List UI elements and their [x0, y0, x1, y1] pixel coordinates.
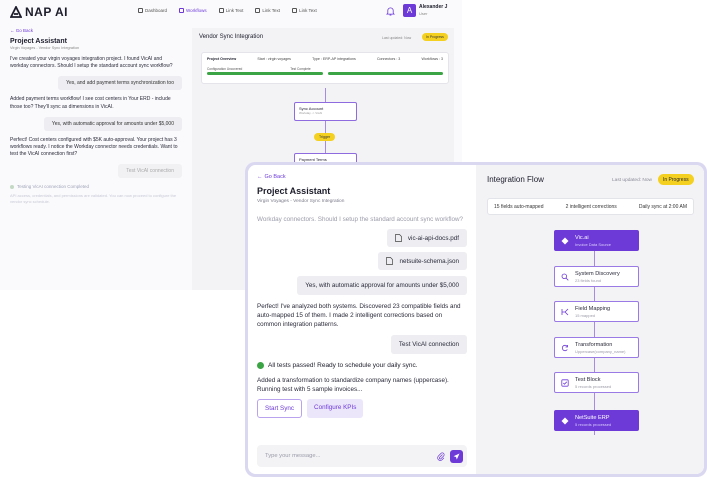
test-label: Test Complete — [290, 67, 311, 71]
status-badge: In Progress — [658, 174, 694, 185]
bell-icon[interactable] — [386, 6, 395, 16]
arrow-left-icon: ← — [257, 174, 263, 180]
last-updated: Last updated: Now — [612, 178, 653, 183]
user-message: Yes, and add payment terms synchronizati… — [58, 76, 182, 91]
logo-icon — [10, 6, 22, 18]
overview-type: Type : ERP-AP integrations — [312, 57, 356, 61]
user-name: Alexander J — [419, 4, 448, 10]
overview-title: Project Overview — [207, 57, 237, 61]
flow-node-netsuite[interactable]: NetSuite ERP 5 records processed — [554, 410, 639, 431]
success-status: All tests passed! Ready to schedule your… — [257, 362, 467, 369]
stat-schedule: Daily sync at 2:00 AM — [638, 203, 687, 210]
start-sync-button[interactable]: Start Sync — [257, 399, 303, 418]
link-icon — [218, 8, 224, 13]
search-icon — [561, 273, 569, 281]
send-button[interactable] — [450, 449, 463, 463]
link-icon — [292, 8, 298, 13]
user-message: Yes, with automatic approval for amounts… — [43, 116, 182, 131]
flow-node-sync-account[interactable]: Sync Account Workday -> VicAI — [294, 102, 357, 121]
flow-node-transformation[interactable]: Transformation Uppercase(company_name) — [554, 337, 639, 358]
flow-node-system-discovery[interactable]: System Discovery 23 fields found — [554, 266, 639, 287]
overview-connectors: Connectors : 3 — [376, 57, 401, 61]
cycle-icon — [561, 344, 568, 351]
flow-node-vicai[interactable]: Vic.ai Invoice Data Source — [554, 230, 639, 251]
configure-kpis-button[interactable]: Configure KPIs — [307, 399, 364, 418]
nav-item-link-1[interactable]: Link Text — [218, 8, 243, 13]
background-chat-panel: ← Go Back Project Assistant Virgin Voyag… — [10, 28, 182, 204]
page-subtitle: Virgin Voyages - Vendor Sync Integration — [10, 46, 80, 50]
assistant-message: I've created your virgin voyages integra… — [10, 56, 173, 70]
link-icon — [255, 8, 261, 13]
last-updated: Last updated: Now — [382, 36, 412, 40]
assistant-message: Added a transformation to standardize co… — [257, 377, 449, 393]
go-back-link[interactable]: ← Go Back — [257, 174, 286, 180]
diamond-icon — [561, 237, 569, 244]
nav-item-link-3[interactable]: Link Text — [292, 8, 317, 13]
logo-text: NAP AI — [25, 5, 69, 19]
project-overview-card: Project Overview Start : virgin voyages … — [201, 52, 449, 84]
nav-item-dashboard[interactable]: Dashboard — [138, 8, 167, 13]
file-icon — [395, 234, 402, 242]
mapping-icon — [561, 308, 569, 315]
flow-title: Vendor Sync Integration — [199, 34, 264, 40]
assistant-message: Perfect! Cost centers configured with $5… — [10, 136, 178, 158]
user-message: Yes, with automatic approval for amounts… — [297, 276, 467, 295]
logo[interactable]: NAP AI — [10, 5, 68, 19]
chat-title: Project Assistant — [257, 186, 331, 196]
nav-item-workflows[interactable]: Workflows — [179, 8, 207, 13]
status-badge: In Progress — [422, 33, 448, 41]
workflows-icon — [179, 8, 185, 13]
back-link[interactable]: ← Go Back — [10, 28, 182, 33]
nav-item-link-2[interactable]: Link Text — [255, 8, 280, 13]
user-message: Test VicAI connection — [118, 164, 182, 179]
overview-workflows: Workflows : 3 — [421, 57, 443, 61]
check-circle-icon — [257, 362, 264, 369]
modal-content: ← Go Back Project Assistant Virgin Voyag… — [248, 165, 704, 474]
flow-node-field-mapping[interactable]: Field Mapping 15 mapped — [554, 301, 639, 322]
chat-messages[interactable]: Workday connectors. Should I setup the s… — [257, 215, 467, 440]
trigger-badge: Trigger — [314, 133, 336, 141]
config-progress-bar — [207, 72, 323, 75]
attachment-file[interactable]: netsuite-schema.json — [378, 252, 467, 270]
integration-flow-panel: Integration Flow Last updated: Now In Pr… — [476, 165, 704, 474]
status-dot-icon — [10, 184, 14, 189]
assistant-message: Perfect! I've analyzed both systems. Dis… — [257, 303, 461, 328]
assistant-message-cut: Workday connectors. Should I setup the s… — [257, 216, 464, 223]
stat-corrections: 2 intelligent corrections — [565, 203, 617, 210]
check-doc-icon — [561, 378, 569, 387]
file-icon — [386, 257, 394, 265]
message-composer — [257, 445, 467, 467]
message-input[interactable] — [265, 453, 437, 459]
user-role: User — [419, 11, 428, 16]
faint-message: API access, credentials, and permissions… — [10, 193, 177, 204]
avatar[interactable]: A — [403, 4, 416, 17]
chat-subtitle: Virgin Voyages - Vendor Sync Integration — [257, 199, 345, 204]
flow-node-test-block[interactable]: Test Block 5 records processed — [554, 372, 639, 393]
attachment-file[interactable]: vic-ai-api-docs.pdf — [386, 229, 467, 247]
project-modal: ← Go Back Project Assistant Virgin Voyag… — [245, 162, 707, 477]
diamond-icon — [561, 417, 569, 424]
page-title: Project Assistant — [10, 38, 67, 45]
assistant-message: Added payment terms workflow! I see cost… — [10, 96, 171, 110]
chat-panel: ← Go Back Project Assistant Virgin Voyag… — [248, 165, 476, 474]
dashboard-icon — [138, 8, 143, 13]
send-icon — [453, 453, 460, 459]
test-progress-bar — [327, 72, 443, 75]
paperclip-icon[interactable] — [437, 452, 445, 461]
main-nav: Dashboard Workflows Link Text Link Text … — [138, 8, 317, 13]
action-buttons: Start Sync Configure KPIs — [257, 399, 467, 418]
config-label: Configuration Uncovered — [207, 67, 243, 71]
flow-stats-bar: 15 fields auto-mapped 2 intelligent corr… — [487, 198, 694, 215]
overview-start: Start : virgin voyages — [257, 57, 291, 61]
testing-status: Testing VicAI connection Completed — [10, 184, 182, 189]
flow-title: Integration Flow — [487, 175, 544, 184]
test-connection-button[interactable]: Test VicAI connection — [390, 335, 467, 354]
stat-fields: 15 fields auto-mapped — [494, 203, 544, 210]
